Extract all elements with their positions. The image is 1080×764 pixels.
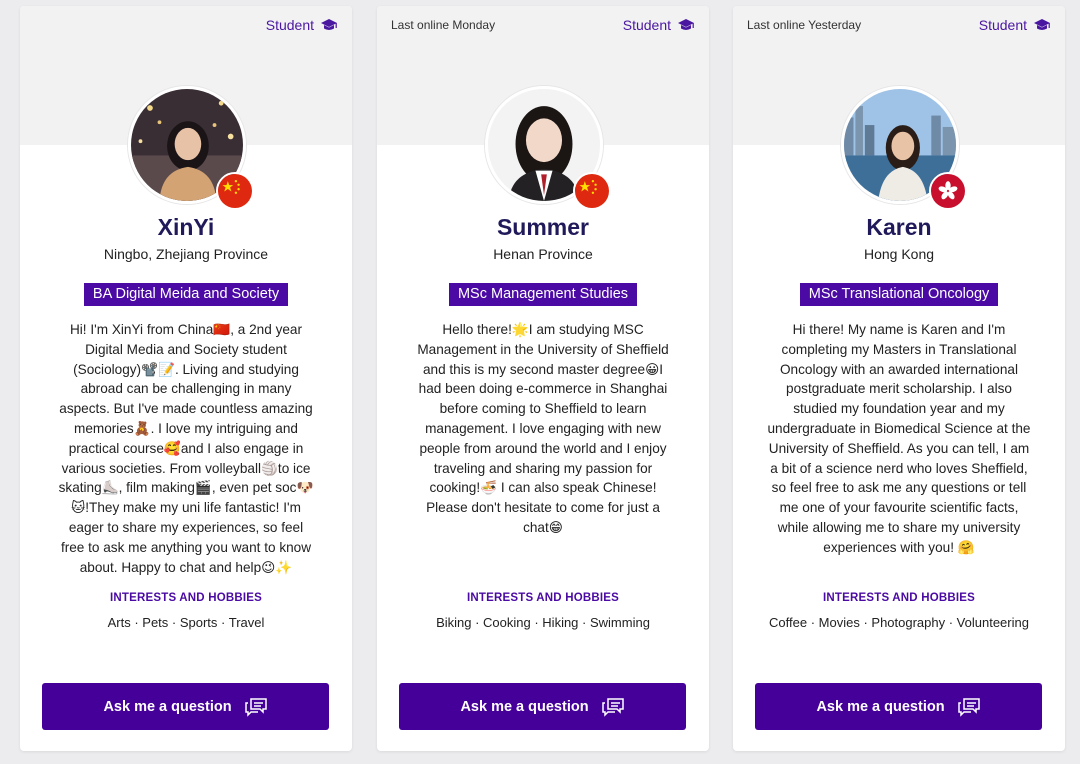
graduation-cap-icon xyxy=(1034,19,1050,30)
ask-question-button[interactable]: Ask me a question xyxy=(42,683,329,730)
avatar-container xyxy=(485,86,611,210)
last-online-text: Last online Yesterday xyxy=(747,18,862,32)
interests-list: Biking · Cooking · Hiking · Swimming xyxy=(436,615,650,630)
interests-list: Coffee · Movies · Photography · Voluntee… xyxy=(769,615,1029,630)
graduation-cap-icon xyxy=(678,19,694,30)
ask-question-label: Ask me a question xyxy=(816,698,945,715)
student-badge: Student xyxy=(266,17,338,33)
ask-question-label: Ask me a question xyxy=(460,698,589,715)
student-badge: Student xyxy=(623,17,695,33)
interests-heading: INTERESTS AND HOBBIES xyxy=(822,592,975,604)
course-container: MSc Management Studies xyxy=(377,283,709,306)
course-badge: BA Digital Meida and Society xyxy=(83,283,289,306)
course-badge: MSc Management Studies xyxy=(448,283,638,306)
graduation-cap-icon xyxy=(321,19,337,30)
interests-heading: INTERESTS AND HOBBIES xyxy=(466,592,619,604)
student-bio: Hi there! My name is Karen and I'm compl… xyxy=(767,322,1031,555)
china-flag-icon xyxy=(216,172,254,210)
student-badge: Student xyxy=(979,17,1051,33)
china-flag-icon xyxy=(573,172,611,210)
chat-bubbles-icon xyxy=(957,697,980,717)
ask-question-button[interactable]: Ask me a question xyxy=(755,683,1042,730)
course-badge: MSc Translational Oncology xyxy=(799,283,999,306)
student-profile-card: Student XinYi Ningbo, Zhejiang Province … xyxy=(20,6,352,751)
student-location: Ningbo, Zhejiang Province xyxy=(103,246,269,262)
student-location: Hong Kong xyxy=(863,246,935,262)
ask-question-button[interactable]: Ask me a question xyxy=(399,683,686,730)
student-profile-card: Last online Yesterday Student Karen Hong… xyxy=(733,6,1065,751)
course-container: MSc Translational Oncology xyxy=(733,283,1065,306)
avatar-container xyxy=(841,86,967,210)
chat-bubbles-icon xyxy=(601,697,624,717)
student-name: Karen xyxy=(866,214,932,240)
ask-question-label: Ask me a question xyxy=(103,698,232,715)
interests-list: Arts · Pets · Sports · Travel xyxy=(107,615,265,630)
avatar-container xyxy=(128,86,254,210)
student-badge-label: Student xyxy=(978,17,1027,33)
student-bio: Hello there!🌟I am studying MSC Managemen… xyxy=(417,322,669,535)
student-name: XinYi xyxy=(157,214,215,240)
hong-kong-flag-icon xyxy=(929,172,967,210)
interests-heading: INTERESTS AND HOBBIES xyxy=(109,592,262,604)
last-online-text: Last online Monday xyxy=(391,18,496,32)
student-badge-label: Student xyxy=(622,17,671,33)
student-name: Summer xyxy=(496,214,590,240)
student-bio: Hi! I'm XinYi from China🇨🇳, a 2nd year D… xyxy=(58,322,314,575)
student-location: Henan Province xyxy=(493,246,593,262)
student-profile-card: Last online Monday Student Summer Henan … xyxy=(377,6,709,751)
chat-bubbles-icon xyxy=(244,697,267,717)
course-container: BA Digital Meida and Society xyxy=(20,283,352,306)
student-badge-label: Student xyxy=(265,17,314,33)
